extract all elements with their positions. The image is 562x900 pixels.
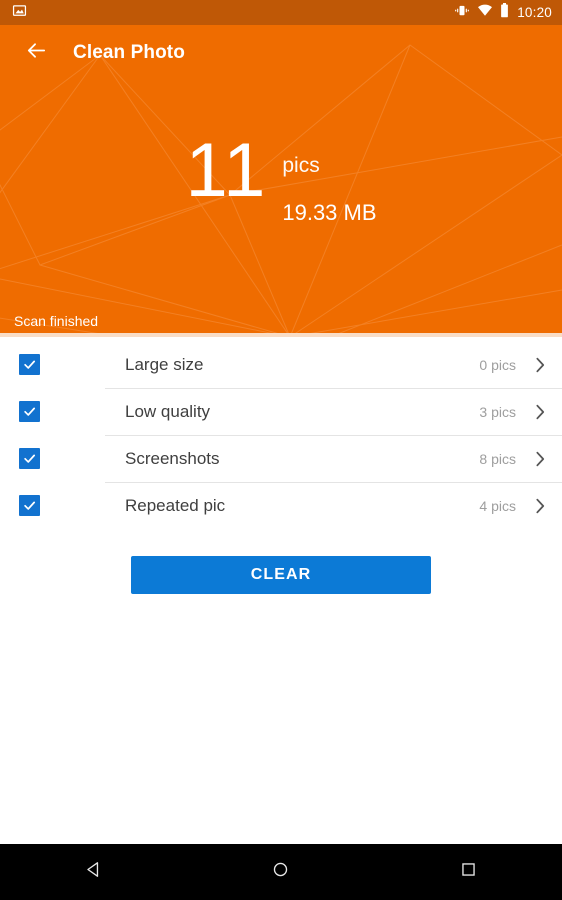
page-title: Clean Photo	[73, 42, 185, 63]
clear-button-container: CLEAR	[0, 556, 562, 594]
chevron-right-icon	[534, 496, 546, 516]
check-icon	[24, 454, 36, 463]
list-item-label: Repeated pic	[125, 495, 226, 515]
total-size-value: 19.33 MB	[282, 200, 377, 225]
chevron-right-icon	[534, 402, 546, 422]
row-checkbox-cell	[0, 341, 105, 388]
checkbox-large-size[interactable]	[19, 354, 40, 375]
list-item-count: 3 pics	[479, 403, 516, 420]
nav-back-button[interactable]	[0, 844, 187, 900]
row-content[interactable]: Low quality 3 pics	[105, 388, 562, 435]
checkbox-low-quality[interactable]	[19, 401, 40, 422]
row-checkbox-cell	[0, 435, 105, 482]
nav-home-button[interactable]	[187, 844, 374, 900]
wifi-icon	[477, 3, 493, 22]
list-item[interactable]: Low quality 3 pics	[0, 388, 562, 435]
battery-icon	[500, 2, 509, 23]
check-icon	[24, 501, 36, 510]
list-item-count: 4 pics	[479, 497, 516, 514]
list-item[interactable]: Screenshots 8 pics	[0, 435, 562, 482]
row-checkbox-cell	[0, 482, 105, 529]
list-item-count: 8 pics	[479, 450, 516, 467]
check-icon	[24, 360, 36, 369]
app-bar: Clean Photo	[0, 25, 562, 81]
app-screen: 10:20 Clean Photo 11 pics 19.33 MB Scan …	[0, 0, 562, 900]
list-item[interactable]: Repeated pic 4 pics	[0, 482, 562, 529]
status-bar: 10:20	[0, 0, 562, 25]
image-icon	[12, 3, 27, 23]
row-content[interactable]: Repeated pic 4 pics	[105, 482, 562, 529]
list-item-label: Large size	[125, 354, 204, 374]
row-content[interactable]: Screenshots 8 pics	[105, 435, 562, 482]
nav-back-icon	[84, 860, 103, 884]
check-icon	[24, 407, 36, 416]
nav-recents-button[interactable]	[375, 844, 562, 900]
checkbox-repeated-pic[interactable]	[19, 495, 40, 516]
pic-count-value: 11	[185, 128, 267, 213]
scan-progress-bar	[0, 333, 562, 337]
android-navigation-bar	[0, 844, 562, 900]
clear-button[interactable]: CLEAR	[131, 556, 431, 594]
arrow-back-icon	[25, 39, 48, 67]
header-panel: Clean Photo 11 pics 19.33 MB Scan finish…	[0, 25, 562, 337]
vibrate-icon	[454, 3, 470, 23]
checkbox-screenshots[interactable]	[19, 448, 40, 469]
scan-progress-fill	[0, 333, 562, 337]
category-list: Large size 0 pics Low quality 3 pics Scr…	[0, 341, 562, 529]
chevron-right-icon	[534, 355, 546, 375]
list-item-count: 0 pics	[479, 356, 516, 373]
status-bar-notifications	[12, 3, 27, 23]
back-button[interactable]	[12, 29, 60, 77]
list-item[interactable]: Large size 0 pics	[0, 341, 562, 388]
chevron-right-icon	[534, 449, 546, 469]
status-bar-system-icons: 10:20	[454, 2, 552, 23]
nav-home-icon	[271, 860, 290, 884]
row-checkbox-cell	[0, 388, 105, 435]
scan-summary: 11 pics 19.33 MB	[0, 128, 562, 226]
status-bar-clock: 10:20	[517, 4, 552, 20]
row-content[interactable]: Large size 0 pics	[105, 341, 562, 388]
list-item-label: Screenshots	[125, 448, 220, 468]
scan-status-text: Scan finished	[14, 313, 99, 329]
list-item-label: Low quality	[125, 401, 211, 421]
nav-recents-icon	[459, 860, 478, 884]
pic-count-unit: pics	[282, 154, 320, 177]
